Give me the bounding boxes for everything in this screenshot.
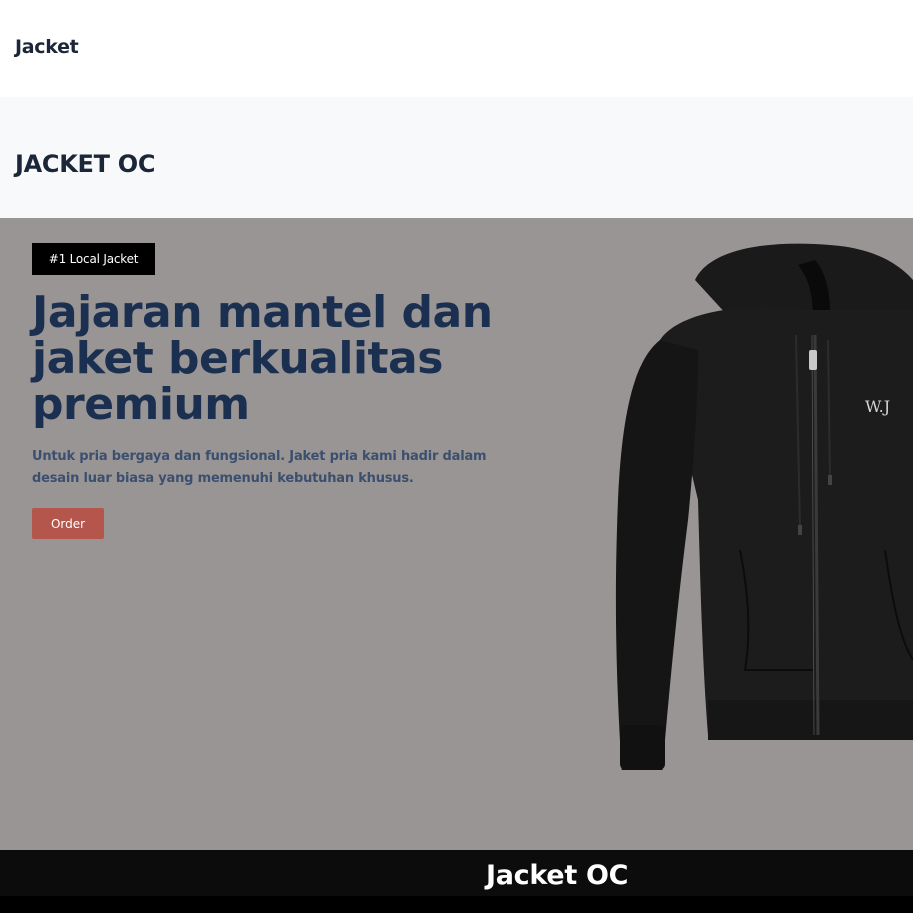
order-button[interactable]: Order [32,508,104,539]
embroidery-text: W.J [865,397,890,416]
local-jacket-badge: #1 Local Jacket [32,243,155,275]
hero-headline: Jajaran mantel dan jaket berkualitas pre… [32,287,493,430]
footer-bottom-strip [0,896,913,913]
hero-subtext: Untuk pria bergaya dan fungsional. Jaket… [32,449,487,486]
brand-logo-link[interactable]: Jacket [15,36,79,58]
footer-title: Jacket OC [486,860,629,891]
hero-section: #1 Local Jacket Jajaran mantel dan jaket… [0,218,913,850]
hoodie-product-image: W.J [615,243,913,770]
section-title: JACKET OC [15,150,156,178]
top-navbar: Jacket [0,0,913,97]
section-header: JACKET OC [0,97,913,218]
